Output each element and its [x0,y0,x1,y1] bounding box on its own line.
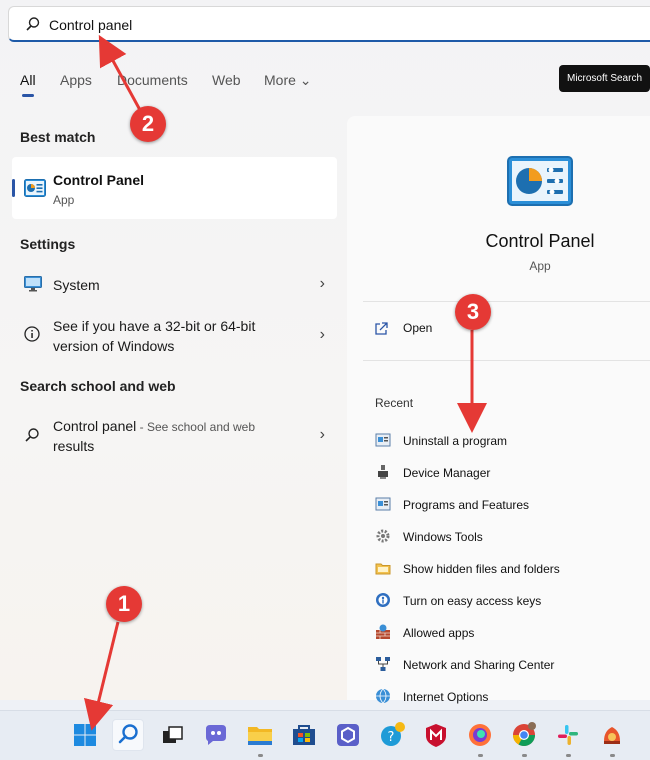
annotation-badge-3: 3 [455,294,491,330]
annotation-arrow-2 [98,34,142,111]
annotation-arrows [83,34,487,731]
annotation-badge-2: 2 [130,106,166,142]
annotation-badge-1: 1 [106,586,142,622]
annotation-arrow-1 [83,621,120,731]
